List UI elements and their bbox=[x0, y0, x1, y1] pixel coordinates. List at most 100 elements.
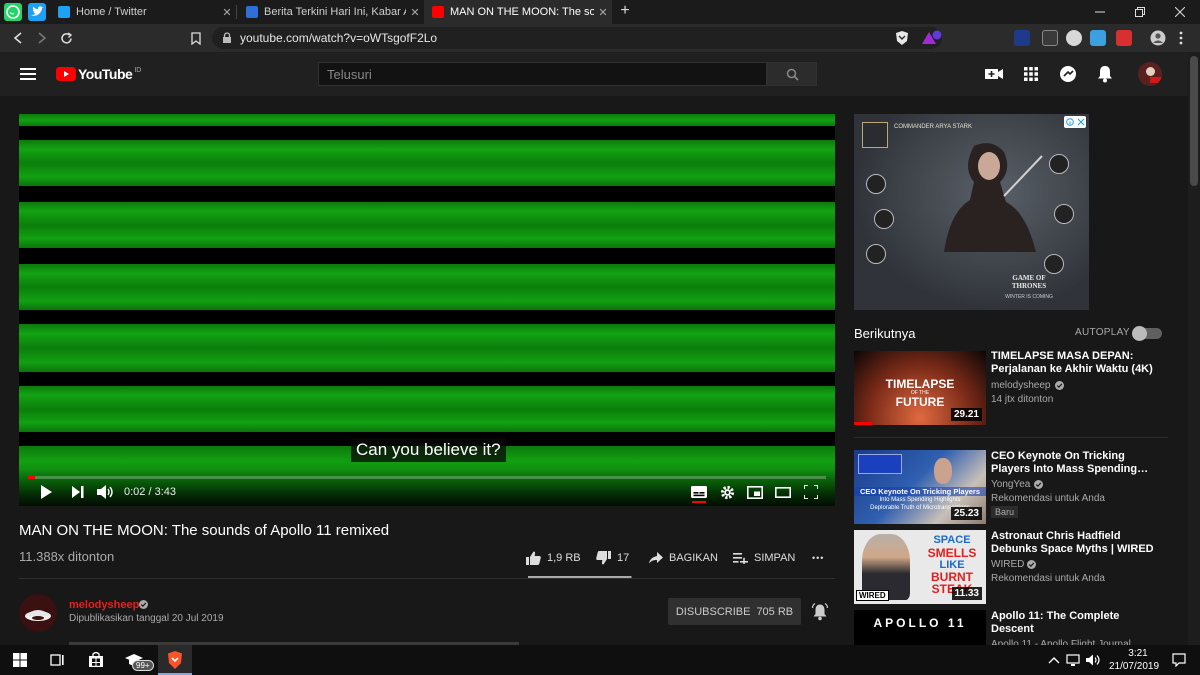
settings-button[interactable] bbox=[717, 484, 737, 500]
share-messages-icon[interactable] bbox=[1058, 64, 1078, 84]
search-button[interactable] bbox=[767, 62, 817, 86]
extension-icon-5[interactable] bbox=[1116, 30, 1132, 46]
taskbar-clock-time[interactable]: 3:21 bbox=[1110, 648, 1166, 659]
up-next-heading: Berikutnya bbox=[854, 326, 916, 341]
brave-rewards-icon[interactable] bbox=[920, 30, 942, 46]
show-hidden-icons-chevron-icon[interactable] bbox=[1048, 655, 1060, 665]
network-icon[interactable] bbox=[1066, 653, 1080, 667]
twitter-pinned-tab[interactable] bbox=[28, 3, 46, 21]
autoplay-label: AUTOPLAY bbox=[1075, 327, 1130, 338]
fullscreen-button[interactable] bbox=[801, 484, 821, 500]
tab-news[interactable]: Berita Terkini Hari Ini, Kabar Akurat ✕ bbox=[238, 0, 424, 24]
close-tab-icon[interactable]: ✕ bbox=[594, 6, 612, 19]
thumbnail-text: SPACE bbox=[933, 534, 971, 546]
address-bar[interactable]: youtube.com/watch?v=oWTsgofF2Lo bbox=[212, 27, 942, 49]
like-button[interactable]: 1,9 RB bbox=[526, 550, 581, 566]
search-input[interactable]: Telusuri bbox=[318, 62, 767, 86]
bookmark-button[interactable] bbox=[186, 28, 206, 48]
create-video-icon[interactable] bbox=[984, 64, 1004, 84]
subtitles-button[interactable] bbox=[689, 484, 709, 500]
more-actions-button[interactable]: ••• bbox=[812, 550, 824, 566]
play-icon bbox=[41, 485, 52, 499]
youtube-logo[interactable]: YouTube ID bbox=[56, 66, 141, 82]
action-center-icon[interactable] bbox=[1172, 653, 1186, 667]
restore-button[interactable] bbox=[1120, 0, 1160, 24]
profile-icon[interactable] bbox=[1150, 30, 1166, 46]
bookmark-icon bbox=[191, 31, 201, 45]
recommendation-thumbnail[interactable]: SPACE SMELLS LIKE BURNT STEAK WIRED 11.3… bbox=[854, 530, 986, 604]
brave-browser-icon bbox=[168, 651, 182, 669]
video-progress-bar[interactable] bbox=[28, 476, 826, 479]
autoplay-toggle[interactable] bbox=[1132, 326, 1162, 341]
recommendation-divider bbox=[854, 437, 1168, 438]
recommendation-title[interactable]: Apollo 11: The Complete Descent bbox=[991, 610, 1161, 636]
recommendation-title[interactable]: CEO Keynote On Tricking Players Into Mas… bbox=[991, 450, 1161, 476]
video-duration: 29.21 bbox=[950, 408, 982, 421]
ad-choices-button[interactable] bbox=[1064, 116, 1086, 128]
extension-icon-3[interactable] bbox=[1066, 30, 1082, 46]
back-button[interactable] bbox=[8, 28, 28, 48]
volume-button[interactable] bbox=[96, 484, 116, 500]
recommendation-thumbnail[interactable]: APOLLO 11 bbox=[854, 610, 986, 645]
subscribe-button[interactable]: DISUBSCRIBE 705 RB bbox=[668, 598, 801, 625]
next-video-button[interactable] bbox=[68, 484, 88, 500]
close-tab-icon[interactable]: ✕ bbox=[218, 6, 236, 19]
taskbar-brave-button[interactable] bbox=[158, 645, 192, 675]
tab-youtube[interactable]: MAN ON THE MOON: The sounds ✕ bbox=[424, 0, 612, 24]
extension-icon-2[interactable] bbox=[1042, 30, 1058, 46]
close-tab-icon[interactable]: ✕ bbox=[406, 6, 424, 19]
recommendation-thumbnail[interactable]: CEO Keynote On Tricking Players Into Mas… bbox=[854, 450, 986, 524]
scrollbar-thumb[interactable] bbox=[1190, 56, 1198, 186]
whatsapp-pinned-tab[interactable] bbox=[4, 3, 22, 21]
windows-taskbar: 99+ 3:21 21/07/2019 bbox=[0, 645, 1200, 675]
page-scrollbar[interactable] bbox=[1188, 52, 1200, 645]
ad-tagline: WINTER IS COMING bbox=[1005, 294, 1053, 300]
theater-mode-icon bbox=[775, 486, 791, 498]
extension-icon-1[interactable] bbox=[1014, 30, 1030, 46]
minimize-button[interactable] bbox=[1080, 0, 1120, 24]
new-tab-button[interactable]: + bbox=[616, 2, 634, 22]
miniplayer-button[interactable] bbox=[745, 484, 765, 500]
app-with-badge[interactable]: 99+ bbox=[122, 650, 154, 671]
forward-button[interactable] bbox=[32, 28, 52, 48]
ad-ring-icon bbox=[874, 209, 894, 229]
extension-icon-4[interactable] bbox=[1090, 30, 1106, 46]
recommendation-title[interactable]: Astronaut Chris Hadfield Debunks Space M… bbox=[991, 530, 1161, 556]
tab-divider bbox=[236, 5, 237, 19]
speaker-volume-icon[interactable] bbox=[1085, 653, 1101, 667]
save-button[interactable]: SIMPAN bbox=[733, 550, 795, 566]
hamburger-menu-icon[interactable] bbox=[20, 68, 36, 80]
verified-check-icon bbox=[139, 600, 148, 609]
browser-tab-strip: Home / Twitter ✕ Berita Terkini Hari Ini… bbox=[0, 0, 1200, 24]
microsoft-store-icon[interactable] bbox=[86, 650, 106, 670]
share-button[interactable]: BAGIKAN bbox=[649, 550, 718, 566]
brave-shields-icon[interactable] bbox=[894, 30, 910, 46]
windows-start-icon[interactable] bbox=[10, 650, 30, 670]
captions-icon bbox=[691, 486, 707, 498]
play-button[interactable] bbox=[36, 484, 56, 500]
dislike-button[interactable]: 17 bbox=[596, 550, 629, 566]
search-icon bbox=[786, 68, 799, 81]
thumbs-up-icon bbox=[526, 551, 541, 565]
apps-grid-icon[interactable] bbox=[1021, 64, 1041, 84]
verified-check-icon bbox=[1034, 480, 1043, 489]
theater-mode-button[interactable] bbox=[773, 484, 793, 500]
browser-menu-icon[interactable] bbox=[1178, 30, 1184, 46]
channel-avatar[interactable] bbox=[19, 594, 57, 632]
account-avatar[interactable] bbox=[1138, 62, 1162, 86]
channel-name[interactable]: melodysheep bbox=[69, 599, 139, 611]
task-view-icon[interactable] bbox=[47, 650, 67, 670]
channel-notification-bell-icon[interactable] bbox=[811, 603, 829, 621]
video-frame-band bbox=[19, 202, 835, 248]
notifications-bell-icon[interactable] bbox=[1095, 64, 1115, 84]
gear-icon bbox=[720, 485, 734, 499]
tab-twitter[interactable]: Home / Twitter ✕ bbox=[50, 0, 236, 24]
thumbnail-text: APOLLO 11 bbox=[873, 616, 967, 630]
sidebar-ad-banner[interactable]: COMMANDER ARYA STARK GAME OF THRONES WIN… bbox=[854, 114, 1089, 310]
taskbar-clock-date[interactable]: 21/07/2019 bbox=[1103, 661, 1165, 672]
reload-button[interactable] bbox=[56, 28, 76, 48]
close-ad-icon bbox=[1077, 118, 1085, 126]
close-window-button[interactable] bbox=[1160, 0, 1200, 24]
recommendation-title[interactable]: TIMELAPSE MASA DEPAN: Perjalanan ke Akhi… bbox=[991, 350, 1161, 376]
recommendation-thumbnail[interactable]: TIMELAPSE OF THE FUTURE 29.21 bbox=[854, 351, 986, 425]
